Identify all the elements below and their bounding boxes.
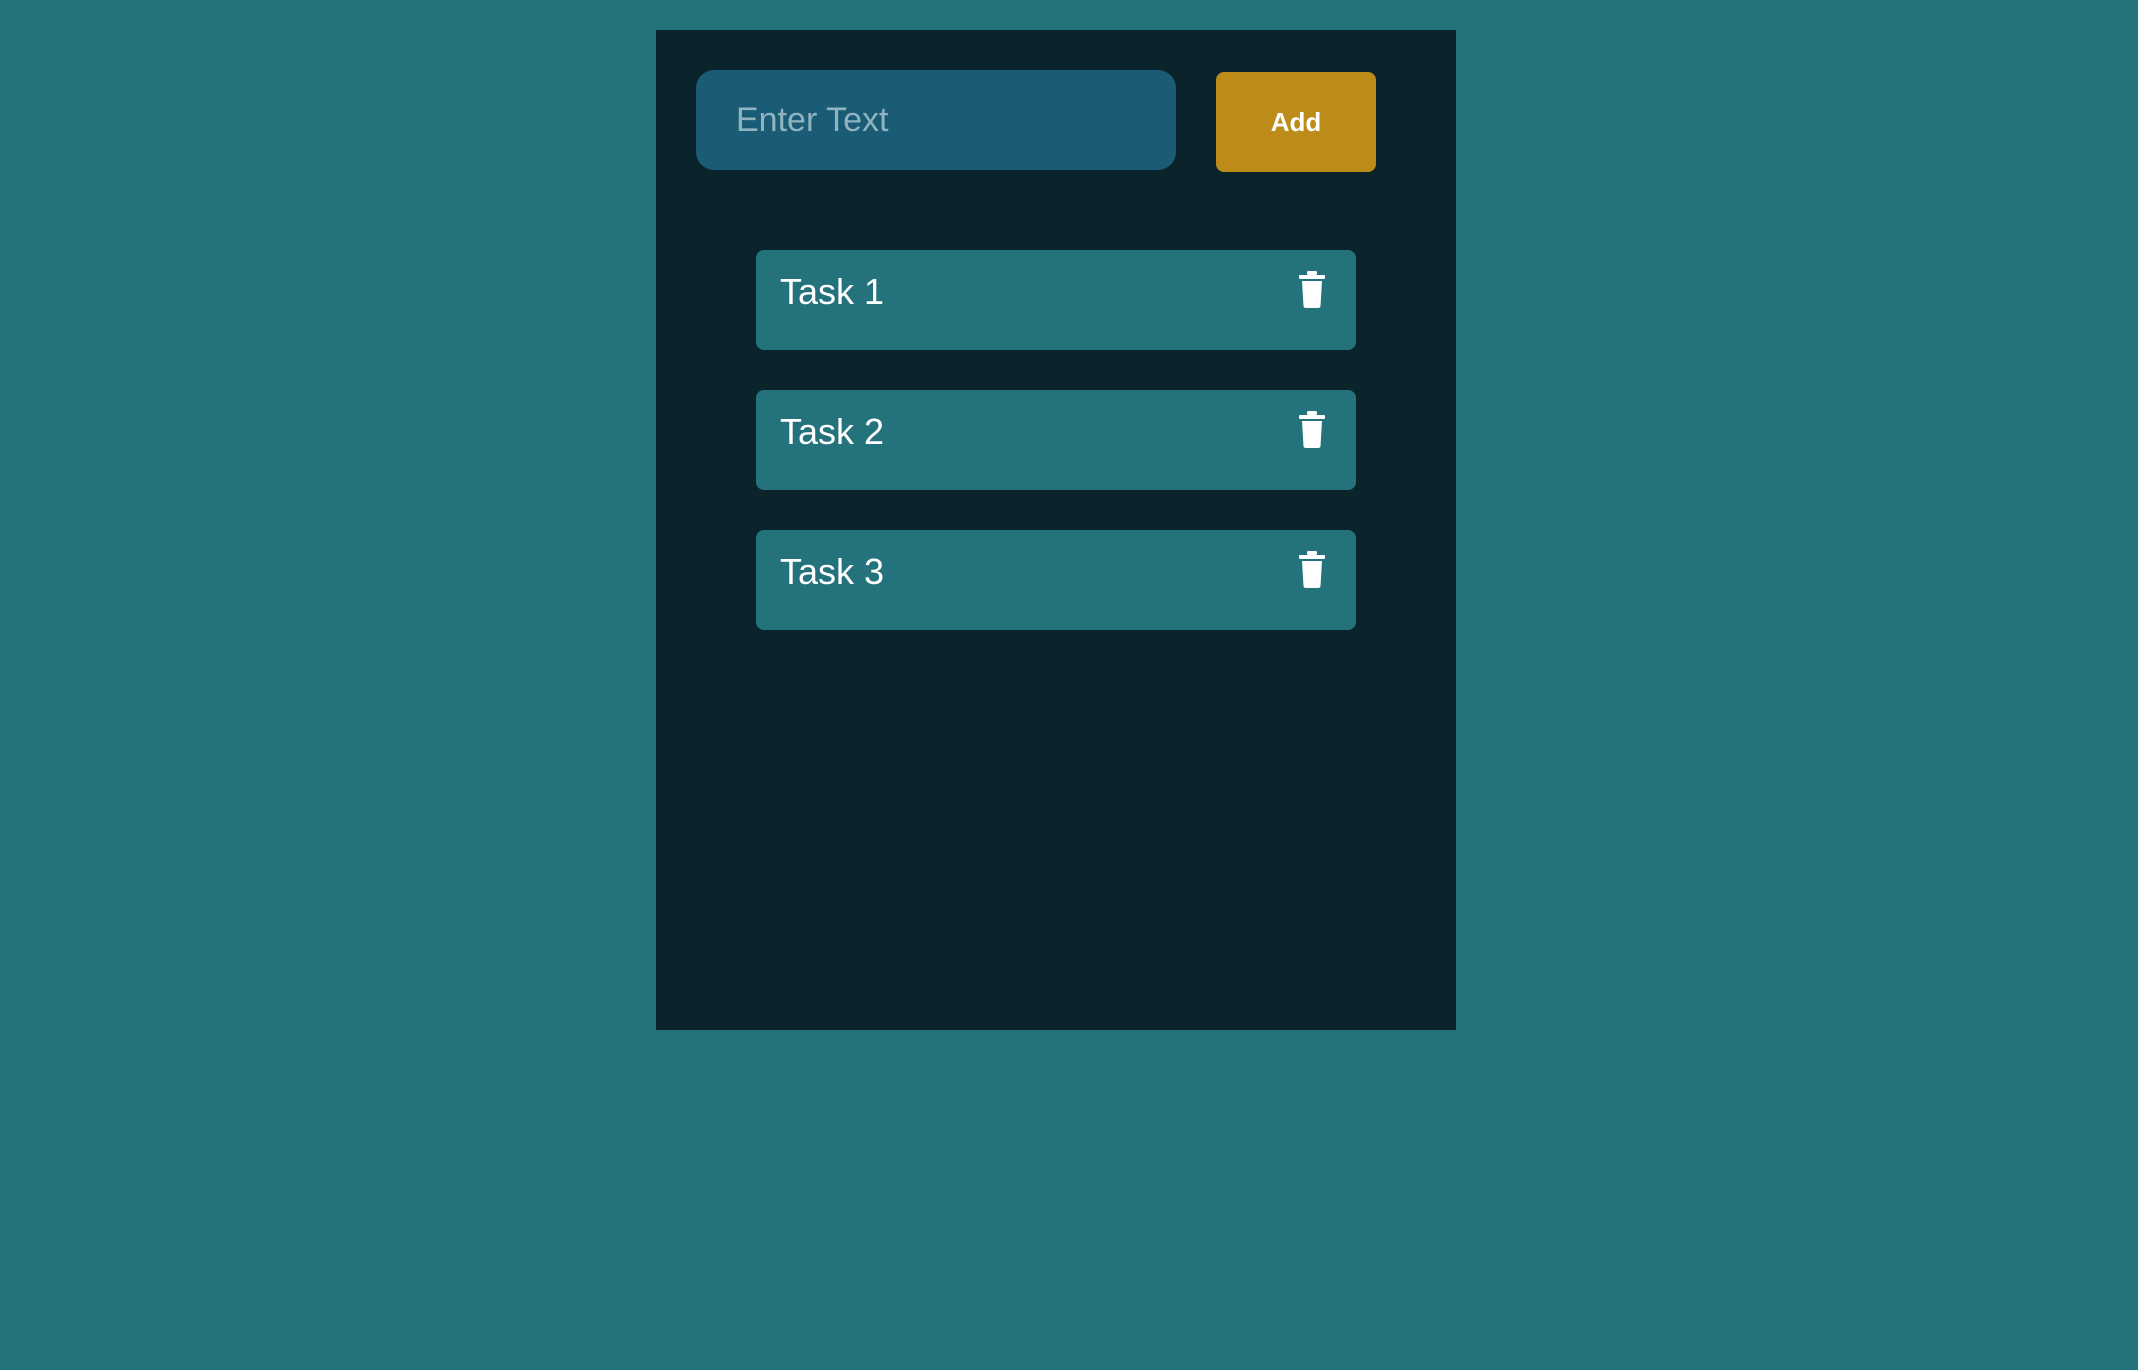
add-task-button[interactable]: Add <box>1216 72 1376 172</box>
task-list: Task 1 Task 2 Task 3 <box>756 250 1356 670</box>
trash-icon <box>1299 271 1325 308</box>
task-label: Task 2 <box>780 411 885 452</box>
delete-task-button[interactable] <box>1296 410 1332 450</box>
trash-icon <box>1299 411 1325 448</box>
todo-panel: Add Task 1 Task 2 Task <box>656 30 1456 1030</box>
task-label: Task 1 <box>780 271 885 312</box>
task-item: Task 3 <box>756 530 1356 630</box>
trash-icon <box>1299 551 1325 588</box>
delete-task-button[interactable] <box>1296 550 1332 590</box>
task-text-input[interactable] <box>696 70 1176 170</box>
task-item: Task 1 <box>756 250 1356 350</box>
delete-task-button[interactable] <box>1296 270 1332 310</box>
task-label: Task 3 <box>780 551 885 592</box>
task-item: Task 2 <box>756 390 1356 490</box>
